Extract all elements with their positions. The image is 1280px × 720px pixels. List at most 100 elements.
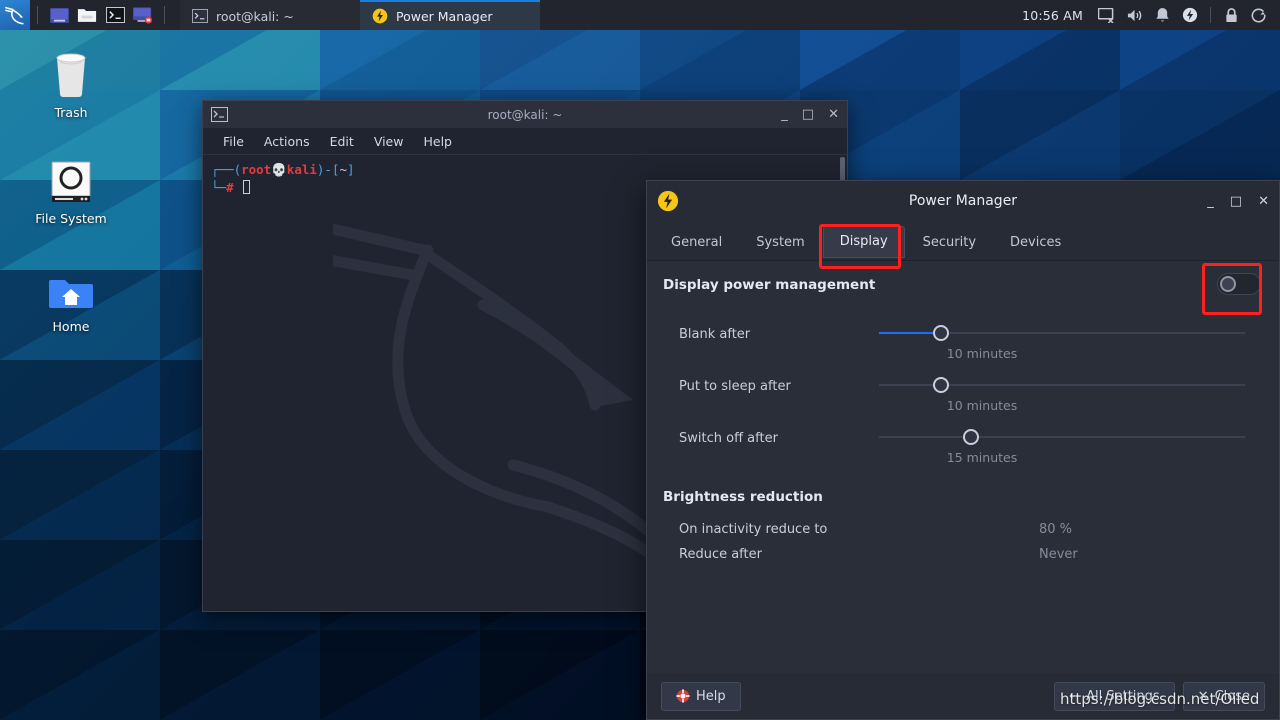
power-manager-tabs[interactable]: General System Display Security Devices <box>647 221 1279 261</box>
row-reduce-after: Reduce after Never <box>647 542 1279 567</box>
desktop-icon-label: Trash <box>54 105 88 120</box>
brightness-reduction-heading: Brightness reduction <box>663 489 823 505</box>
desktop-icon-file-system[interactable]: File System <box>25 158 117 226</box>
tray-display-button[interactable] <box>1093 0 1119 30</box>
launcher-terminal-emulator[interactable] <box>45 0 73 30</box>
prompt-path: ~ <box>339 162 348 177</box>
power-manager-footer: Help ← All Settings ✕ Close <box>647 673 1279 719</box>
display-power-management-toggle[interactable] <box>1217 273 1261 295</box>
terminal-menubar[interactable]: File Actions Edit View Help <box>203 128 847 155</box>
close-button-label: Close <box>1214 688 1250 704</box>
tray-lock-button[interactable] <box>1218 0 1244 30</box>
slider-fill <box>879 332 942 334</box>
slider-area-blank-after: 10 minutes <box>879 323 1245 361</box>
all-settings-button[interactable]: ← All Settings <box>1054 681 1175 711</box>
pm-minimize-button[interactable]: _ <box>1207 195 1214 208</box>
terminal-close-button[interactable]: ✕ <box>828 108 839 121</box>
help-button[interactable]: Help <box>661 681 741 711</box>
menu-actions[interactable]: Actions <box>256 132 318 151</box>
tray-logout-button[interactable] <box>1246 0 1272 30</box>
pm-maximize-button[interactable]: □ <box>1230 195 1242 208</box>
launcher-screen-recorder[interactable] <box>129 0 157 30</box>
tray-notification-button[interactable] <box>1149 0 1175 30</box>
tab-general[interactable]: General <box>655 228 738 258</box>
close-button[interactable]: ✕ Close <box>1182 681 1265 711</box>
footer-right-buttons: ← All Settings ✕ Close <box>1054 681 1265 711</box>
screen-recorder-icon <box>133 6 153 24</box>
taskbar-button-label: root@kali: ~ <box>216 8 294 24</box>
row-switch-off-after: Switch off after 15 minutes <box>647 427 1279 465</box>
tray-volume-button[interactable] <box>1121 0 1147 30</box>
volume-icon <box>1127 9 1141 21</box>
tray-power-button[interactable] <box>1177 0 1203 30</box>
kali-menu-button[interactable] <box>0 0 30 30</box>
power-manager-window-controls[interactable]: _ □ ✕ <box>1207 195 1269 208</box>
value-switch-off-after: 15 minutes <box>946 450 1018 465</box>
clock[interactable]: 10:56 AM <box>1014 8 1091 23</box>
menu-edit[interactable]: Edit <box>322 132 362 151</box>
slider-blank-after[interactable] <box>879 323 1245 343</box>
prompt-symbol: # <box>226 180 234 196</box>
terminal-title: root@kali: ~ <box>487 107 563 122</box>
slider-knob[interactable] <box>933 377 950 393</box>
trash-icon <box>56 53 86 97</box>
slider-knob[interactable] <box>962 429 979 445</box>
desktop-icon-trash[interactable]: Trash <box>25 48 117 120</box>
value-on-inactivity-reduce-to: 80 % <box>1039 522 1073 537</box>
desktop-icon-home[interactable]: Home <box>25 272 117 334</box>
row-put-to-sleep-after: Put to sleep after 10 minutes <box>647 375 1279 413</box>
menu-help[interactable]: Help <box>415 132 460 151</box>
taskbar-button-terminal[interactable]: root@kali: ~ <box>180 0 360 30</box>
launcher-terminal[interactable] <box>101 0 129 30</box>
panel-separator <box>164 6 165 24</box>
slider-switch-off-after[interactable] <box>879 427 1245 447</box>
terminal-maximize-button[interactable]: □ <box>802 108 814 121</box>
terminal-icon <box>192 9 208 23</box>
slider-area-switch-off-after: 15 minutes <box>879 427 1245 465</box>
all-settings-label: All Settings <box>1086 688 1160 704</box>
prompt-host: kali <box>286 162 317 177</box>
menu-file[interactable]: File <box>215 132 252 151</box>
power-manager-titlebar[interactable]: Power Manager _ □ ✕ <box>647 181 1279 221</box>
power-bolt-icon <box>1182 7 1198 23</box>
tab-devices[interactable]: Devices <box>994 228 1077 258</box>
tray-separator <box>1210 7 1211 23</box>
pm-close-button[interactable]: ✕ <box>1258 195 1269 208</box>
terminal-icon <box>105 7 125 23</box>
terminal-titlebar[interactable]: root@kali: ~ _ □ ✕ <box>203 101 847 128</box>
desktop-icon-label: File System <box>35 211 107 226</box>
tab-security[interactable]: Security <box>907 228 992 258</box>
label-on-inactivity-reduce-to: On inactivity reduce to <box>679 522 828 537</box>
terminal-window-controls[interactable]: _ □ ✕ <box>781 108 839 121</box>
taskbar-button-power-manager[interactable]: Power Manager <box>360 0 540 30</box>
launcher-file-manager[interactable] <box>73 0 101 30</box>
display-power-management-toggle-wrap[interactable] <box>1217 273 1261 295</box>
terminal-minimize-button[interactable]: _ <box>781 108 788 121</box>
power-bolt-icon <box>657 190 679 212</box>
label-reduce-after: Reduce after <box>679 547 762 562</box>
display-icon <box>1097 7 1114 23</box>
panel-separator <box>37 6 38 24</box>
slider-put-to-sleep-after[interactable] <box>879 375 1245 395</box>
file-manager-icon <box>77 8 97 22</box>
power-bolt-icon <box>372 8 388 24</box>
value-reduce-after: Never <box>1039 547 1078 562</box>
slider-rail <box>879 436 1245 438</box>
terminal-emulator-icon <box>49 7 69 23</box>
taskbar-button-label: Power Manager <box>396 8 493 24</box>
desktop-icon-label: Home <box>52 319 90 334</box>
prompt-user: root <box>241 162 272 177</box>
menu-view[interactable]: View <box>366 132 412 151</box>
tab-system[interactable]: System <box>740 228 820 258</box>
value-blank-after: 10 minutes <box>946 346 1018 361</box>
terminal-icon <box>211 107 228 122</box>
tab-display[interactable]: Display <box>822 226 905 258</box>
top-panel: root@kali: ~ Power Manager 10:56 AM <box>0 0 1280 30</box>
close-x-icon: ✕ <box>1197 688 1209 704</box>
lifebuoy-icon <box>676 689 690 703</box>
display-power-management-heading: Display power management <box>663 277 876 293</box>
power-manager-window[interactable]: Power Manager _ □ ✕ General System Displ… <box>646 180 1280 720</box>
slider-knob[interactable] <box>933 325 950 341</box>
lock-icon <box>1225 8 1237 23</box>
label-put-to-sleep-after: Put to sleep after <box>679 379 791 394</box>
